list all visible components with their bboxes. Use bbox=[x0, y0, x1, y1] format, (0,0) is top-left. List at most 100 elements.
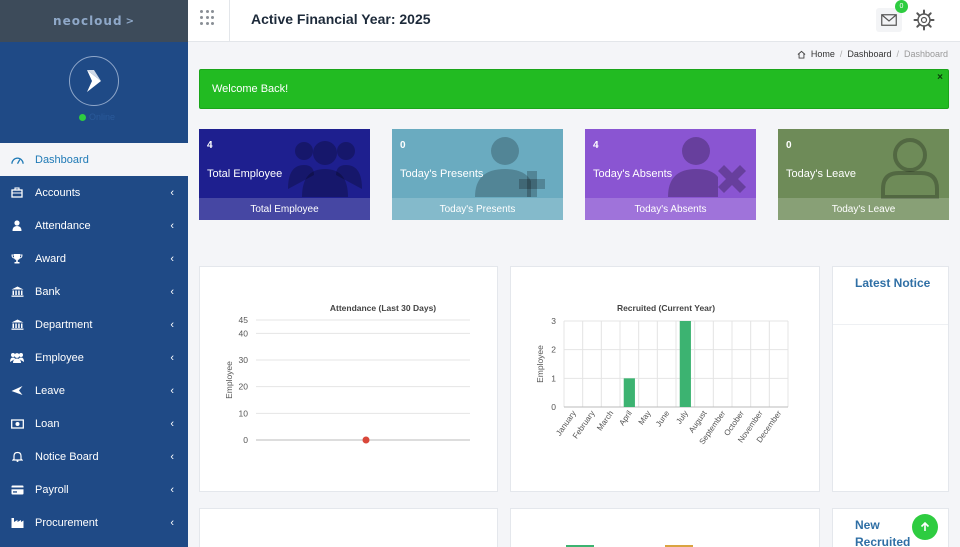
latest-notice-panel: Latest Notice bbox=[832, 266, 949, 492]
stat-label: Today's Absents bbox=[593, 168, 673, 180]
breadcrumb-separator: / bbox=[839, 49, 843, 59]
recruited-chart-panel: Recruited (Current Year) 0 1 2 3 January Febru… bbox=[510, 266, 820, 492]
x-tick-label: June bbox=[654, 409, 672, 429]
stat-card-today-s-presents[interactable]: 0 Today's Presents Today's Presents bbox=[392, 129, 563, 220]
avatar[interactable] bbox=[69, 56, 119, 106]
chevron-left-icon: ‹ bbox=[170, 286, 174, 298]
users-icon bbox=[10, 352, 24, 364]
sidebar-item-attendance[interactable]: Attendance ‹ bbox=[0, 209, 188, 242]
online-status-dot bbox=[79, 114, 86, 121]
stat-label: Today's Leave bbox=[786, 168, 856, 180]
bar[interactable] bbox=[623, 378, 635, 407]
online-status-text: Online bbox=[89, 112, 116, 122]
dashboard-icon bbox=[10, 154, 24, 166]
chart-title: Recruited (Current Year) bbox=[617, 303, 715, 313]
bank-icon bbox=[10, 319, 24, 331]
gear-icon bbox=[913, 9, 935, 31]
y-axis-label: Employee bbox=[535, 345, 545, 383]
bottom-left-panel bbox=[199, 508, 498, 547]
user-plus-icon bbox=[475, 135, 555, 202]
sidebar-item-procurement[interactable]: Procurement ‹ bbox=[0, 506, 188, 539]
stat-footer[interactable]: Today's Absents bbox=[585, 198, 756, 220]
sidebar-item-label: Payroll bbox=[35, 483, 69, 496]
sidebar-item-label: Loan bbox=[35, 417, 60, 430]
y-tick-label: 3 bbox=[551, 316, 556, 326]
sidebar-item-loan[interactable]: Loan ‹ bbox=[0, 407, 188, 440]
sidebar-item-payroll[interactable]: Payroll ‹ bbox=[0, 473, 188, 506]
stat-footer[interactable]: Today's Leave bbox=[778, 198, 949, 220]
y-tick-label: 2 bbox=[551, 345, 556, 355]
sidebar-item-notice-board[interactable]: Notice Board ‹ bbox=[0, 440, 188, 473]
sidebar-item-accounts[interactable]: Accounts ‹ bbox=[0, 176, 188, 209]
user-outline-icon bbox=[879, 135, 941, 204]
stat-footer[interactable]: Today's Presents bbox=[392, 198, 563, 220]
sidebar-item-bank[interactable]: Bank ‹ bbox=[0, 275, 188, 308]
latest-notice-title: Latest Notice bbox=[855, 276, 931, 290]
sidebar-item-label: Dashboard bbox=[35, 153, 89, 166]
topbar: Active Financial Year: 2025 0 bbox=[188, 0, 960, 42]
stat-value: 4 bbox=[207, 140, 213, 151]
bar[interactable] bbox=[679, 321, 691, 407]
scroll-top-button[interactable] bbox=[912, 514, 938, 540]
stat-label: Total Employee bbox=[207, 168, 283, 180]
y-tick-label: 10 bbox=[239, 408, 249, 418]
profile-section: Online bbox=[0, 42, 188, 143]
sidebar-item-label: Procurement bbox=[35, 516, 98, 529]
x-tick-label: May bbox=[637, 409, 653, 427]
brand-logo[interactable]: neocloud > bbox=[0, 0, 188, 42]
stat-value: 0 bbox=[400, 140, 406, 151]
alert-close-button[interactable]: × bbox=[937, 72, 943, 83]
stat-value: 4 bbox=[593, 140, 599, 151]
sidebar-item-label: Notice Board bbox=[35, 450, 99, 463]
breadcrumb-home[interactable]: Home bbox=[811, 49, 835, 59]
credit-card-icon bbox=[10, 484, 24, 496]
sidebar-menu: Dashboard Accounts ‹ Attendance ‹ Award ‹ Bank ‹… bbox=[0, 143, 188, 539]
divider bbox=[833, 324, 948, 325]
breadcrumb: Home / Dashboard / Dashboard bbox=[797, 49, 948, 59]
stat-card-today-s-absents[interactable]: 4 Today's Absents Today's Absents bbox=[585, 129, 756, 220]
recruited-chart: Recruited (Current Year)0123JanuaryFebru… bbox=[535, 303, 789, 446]
brand-mark-icon bbox=[87, 70, 101, 92]
y-tick-label: 1 bbox=[551, 373, 556, 383]
stat-card-total-employee[interactable]: 4 Total Employee Total Employee bbox=[199, 129, 370, 220]
attendance-chart-panel: Attendance (Last 30 Days) 0 10 20 30 40 45 Empl… bbox=[199, 266, 498, 492]
chevron-right-icon: > bbox=[125, 15, 135, 27]
sidebar-item-leave[interactable]: Leave ‹ bbox=[0, 374, 188, 407]
sidebar-item-employee[interactable]: Employee ‹ bbox=[0, 341, 188, 374]
stat-footer[interactable]: Total Employee bbox=[199, 198, 370, 220]
brand-logo-text: neocloud bbox=[53, 14, 123, 28]
envelope-icon bbox=[881, 14, 897, 26]
sidebar-item-label: Employee bbox=[35, 351, 84, 364]
page-title: Active Financial Year: 2025 bbox=[251, 11, 431, 27]
sidebar-item-label: Bank bbox=[35, 285, 61, 298]
arrow-up-icon bbox=[920, 521, 930, 531]
topbar-divider bbox=[229, 0, 230, 42]
user-icon bbox=[10, 220, 24, 232]
stat-value: 0 bbox=[786, 140, 792, 151]
plane-icon bbox=[10, 385, 24, 397]
sidebar-item-department[interactable]: Department ‹ bbox=[0, 308, 188, 341]
stat-card-today-s-leave[interactable]: 0 Today's Leave Today's Leave bbox=[778, 129, 949, 220]
sidebar-item-award[interactable]: Award ‹ bbox=[0, 242, 188, 275]
chart-title: Attendance (Last 30 Days) bbox=[330, 303, 436, 313]
chevron-left-icon: ‹ bbox=[170, 517, 174, 529]
breadcrumb-current: Dashboard bbox=[903, 49, 948, 59]
y-tick-label: 45 bbox=[239, 315, 249, 325]
sidebar-item-label: Award bbox=[35, 252, 66, 265]
y-tick-label: 0 bbox=[551, 402, 556, 412]
sidebar-item-dashboard[interactable]: Dashboard bbox=[0, 143, 188, 176]
breadcrumb-dashboard[interactable]: Dashboard bbox=[847, 49, 891, 59]
money-icon bbox=[10, 418, 24, 430]
data-point[interactable] bbox=[362, 436, 370, 444]
chevron-left-icon: ‹ bbox=[170, 319, 174, 331]
chevron-left-icon: ‹ bbox=[170, 220, 174, 232]
apps-grid-icon[interactable] bbox=[200, 10, 216, 26]
y-tick-label: 0 bbox=[243, 435, 248, 445]
breadcrumb-separator: / bbox=[896, 49, 899, 59]
chevron-left-icon: ‹ bbox=[170, 451, 174, 463]
user-times-icon bbox=[668, 135, 748, 202]
settings-button[interactable] bbox=[910, 6, 938, 34]
bottom-middle-panel bbox=[510, 508, 820, 547]
chevron-left-icon: ‹ bbox=[170, 352, 174, 364]
chevron-left-icon: ‹ bbox=[170, 484, 174, 496]
